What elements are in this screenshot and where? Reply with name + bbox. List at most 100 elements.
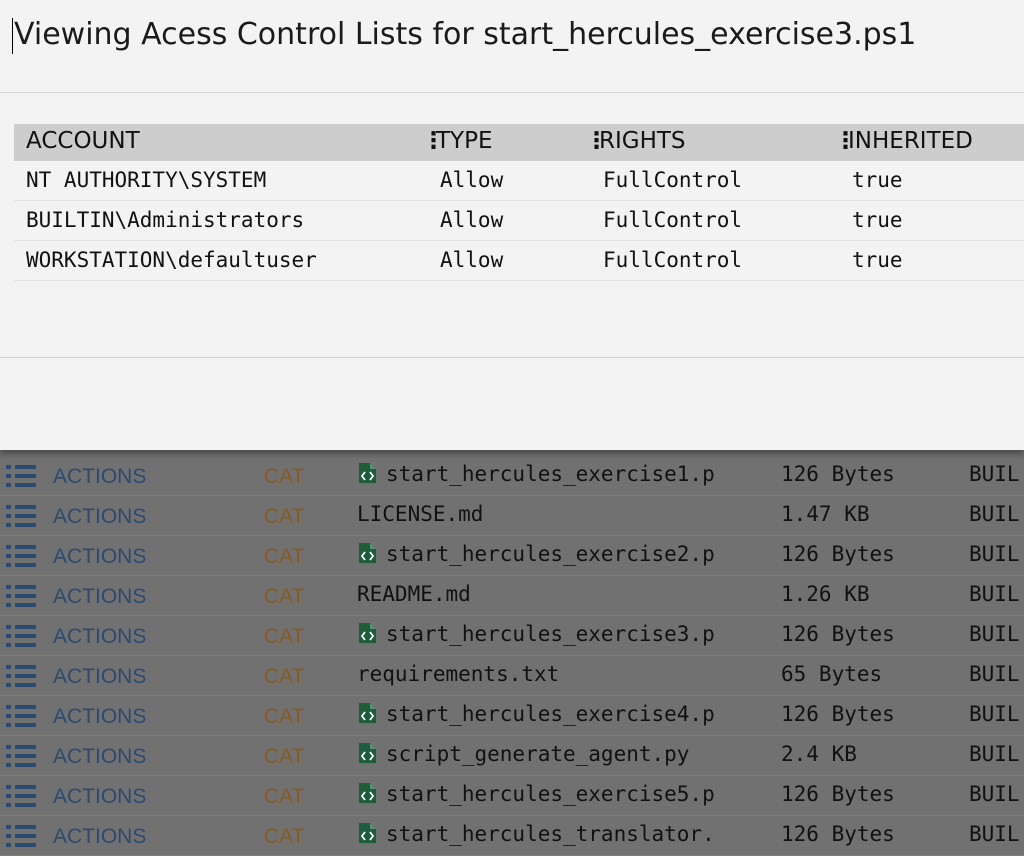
text-caret (12, 18, 13, 54)
cat-link[interactable]: CAT (264, 625, 304, 649)
acl-type: Allow (440, 168, 504, 192)
cat-link[interactable]: CAT (264, 705, 304, 729)
acl-account: NT AUTHORITY\SYSTEM (26, 168, 267, 192)
actions-list-icon[interactable] (5, 783, 37, 809)
actions-list-icon[interactable] (5, 743, 37, 769)
actions-link[interactable]: ACTIONS (53, 665, 146, 689)
file-name[interactable]: requirements.txt (357, 662, 559, 686)
acl-account: WORKSTATION\defaultuser (26, 248, 317, 272)
file-name[interactable]: script_generate_agent.py (386, 742, 689, 766)
acl-type: Allow (440, 248, 504, 272)
acl-inherited: true (852, 248, 903, 272)
file-row[interactable]: ACTIONS CAT start_hercules_exercise5.p 126 … (0, 776, 1024, 816)
actions-list-icon[interactable] (5, 623, 37, 649)
script-file-icon (357, 462, 377, 484)
actions-link[interactable]: ACTIONS (53, 705, 146, 729)
actions-list-icon[interactable] (5, 463, 37, 489)
file-size: 126 Bytes (781, 782, 895, 806)
cat-link[interactable]: CAT (264, 505, 304, 529)
actions-list-icon[interactable] (5, 703, 37, 729)
acl-rights: FullControl (603, 248, 743, 272)
acl-row[interactable]: BUILTIN\Administrators Allow FullControl… (14, 201, 1024, 241)
actions-list-icon[interactable] (5, 823, 37, 849)
acl-rights: FullControl (603, 168, 743, 192)
actions-list-icon[interactable] (5, 663, 37, 689)
actions-link[interactable]: ACTIONS (53, 625, 146, 649)
file-row[interactable]: ACTIONS CAT requirements.txt 65 Bytes BUIL (0, 656, 1024, 696)
column-resize-grip-icon[interactable]: ⋮ (585, 128, 608, 154)
file-name[interactable]: LICENSE.md (357, 502, 483, 526)
script-file-icon (357, 542, 377, 564)
acl-table: ACCOUNT ⋮TYPE ⋮RIGHTS ⋮INHERITED NT AUTH… (14, 124, 1024, 281)
file-row[interactable]: ACTIONS CAT start_hercules_translator. 126 … (0, 816, 1024, 856)
acl-row[interactable]: WORKSTATION\defaultuser Allow FullContro… (14, 241, 1024, 281)
cat-link[interactable]: CAT (264, 785, 304, 809)
acl-rights: FullControl (603, 208, 743, 232)
actions-link[interactable]: ACTIONS (53, 785, 146, 809)
actions-link[interactable]: ACTIONS (53, 505, 146, 529)
cat-link[interactable]: CAT (264, 545, 304, 569)
file-size: 1.47 KB (781, 502, 870, 526)
file-size: 65 Bytes (781, 662, 883, 686)
column-resize-grip-icon[interactable]: ⋮ (834, 128, 857, 154)
file-row[interactable]: ACTIONS CAT LICENSE.md 1.47 KB BUIL (0, 496, 1024, 536)
file-owner: BUIL (969, 502, 1020, 526)
file-owner: BUIL (969, 702, 1020, 726)
cat-link[interactable]: CAT (264, 745, 304, 769)
actions-link[interactable]: ACTIONS (53, 545, 146, 569)
file-list: ACTIONS CAT start_hercules_exercise1.p 126 … (0, 456, 1024, 856)
actions-list-icon[interactable] (5, 503, 37, 529)
file-name[interactable]: start_hercules_exercise1.p (386, 462, 715, 486)
column-header-account[interactable]: ACCOUNT (26, 128, 140, 154)
script-file-icon (357, 742, 377, 764)
acl-inherited: true (852, 168, 903, 192)
file-size: 126 Bytes (781, 542, 895, 566)
file-name[interactable]: start_hercules_exercise5.p (386, 782, 715, 806)
actions-list-icon[interactable] (5, 543, 37, 569)
column-header-rights[interactable]: ⋮RIGHTS (585, 128, 686, 154)
file-size: 126 Bytes (781, 822, 895, 846)
cat-link[interactable]: CAT (264, 825, 304, 849)
file-row[interactable]: ACTIONS CAT start_hercules_exercise4.p 126 … (0, 696, 1024, 736)
actions-link[interactable]: ACTIONS (53, 465, 146, 489)
file-owner: BUIL (969, 662, 1020, 686)
cat-link[interactable]: CAT (264, 665, 304, 689)
script-file-icon (357, 822, 377, 844)
modal-title: Viewing Acess Control Lists for start_he… (14, 17, 917, 52)
acl-type: Allow (440, 208, 504, 232)
actions-link[interactable]: ACTIONS (53, 825, 146, 849)
file-owner: BUIL (969, 822, 1020, 846)
acl-table-header: ACCOUNT ⋮TYPE ⋮RIGHTS ⋮INHERITED (14, 124, 1024, 161)
column-header-inherited[interactable]: ⋮INHERITED (834, 128, 973, 154)
file-name[interactable]: start_hercules_exercise4.p (386, 702, 715, 726)
file-row[interactable]: ACTIONS CAT start_hercules_exercise1.p 126 … (0, 456, 1024, 496)
acl-row[interactable]: NT AUTHORITY\SYSTEM Allow FullControl tr… (14, 161, 1024, 201)
script-file-icon (357, 622, 377, 644)
file-name[interactable]: start_hercules_exercise2.p (386, 542, 715, 566)
file-owner: BUIL (969, 462, 1020, 486)
cat-link[interactable]: CAT (264, 585, 304, 609)
script-file-icon (357, 782, 377, 804)
column-header-type[interactable]: ⋮TYPE (422, 128, 493, 154)
acl-inherited: true (852, 208, 903, 232)
actions-link[interactable]: ACTIONS (53, 745, 146, 769)
file-name[interactable]: start_hercules_exercise3.p (386, 622, 715, 646)
file-owner: BUIL (969, 782, 1020, 806)
column-resize-grip-icon[interactable]: ⋮ (422, 128, 445, 154)
file-name[interactable]: start_hercules_translator. (386, 822, 715, 846)
column-header-type-label: TYPE (436, 128, 493, 154)
file-size: 126 Bytes (781, 462, 895, 486)
file-row[interactable]: ACTIONS CAT start_hercules_exercise3.p 126 … (0, 616, 1024, 656)
acl-account: BUILTIN\Administrators (26, 208, 305, 232)
actions-link[interactable]: ACTIONS (53, 585, 146, 609)
file-row[interactable]: ACTIONS CAT script_generate_agent.py 2.4 KB… (0, 736, 1024, 776)
acl-modal: Viewing Acess Control Lists for start_he… (0, 0, 1024, 450)
cat-link[interactable]: CAT (264, 465, 304, 489)
file-size: 2.4 KB (781, 742, 857, 766)
file-row[interactable]: ACTIONS CAT start_hercules_exercise2.p 126 … (0, 536, 1024, 576)
file-row[interactable]: ACTIONS CAT README.md 1.26 KB BUIL (0, 576, 1024, 616)
column-header-rights-label: RIGHTS (599, 128, 686, 154)
column-header-inherited-label: INHERITED (848, 128, 973, 154)
file-name[interactable]: README.md (357, 582, 471, 606)
actions-list-icon[interactable] (5, 583, 37, 609)
